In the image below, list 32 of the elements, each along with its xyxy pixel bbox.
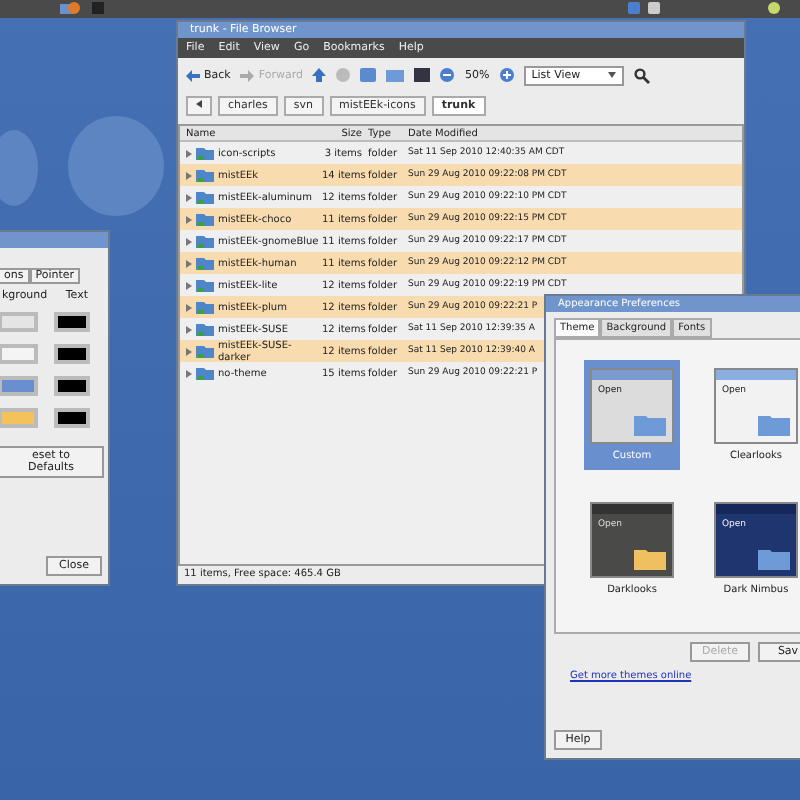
search-icon[interactable] bbox=[634, 67, 651, 83]
color-swatch[interactable] bbox=[0, 312, 38, 332]
color-swatch[interactable] bbox=[54, 344, 90, 364]
expander-icon[interactable] bbox=[186, 259, 192, 267]
color-swatch[interactable] bbox=[54, 312, 90, 332]
expander-icon[interactable] bbox=[186, 171, 192, 179]
back-arrow-icon bbox=[186, 69, 200, 81]
zoom-out-icon[interactable] bbox=[440, 68, 455, 82]
color-swatch[interactable] bbox=[0, 408, 38, 428]
caret-icon bbox=[608, 72, 617, 78]
color-swatch[interactable] bbox=[54, 408, 90, 428]
zoom-in-icon[interactable] bbox=[499, 68, 514, 82]
expander-icon[interactable] bbox=[186, 149, 192, 157]
expander-icon[interactable] bbox=[186, 237, 192, 245]
expander-icon[interactable] bbox=[186, 193, 192, 201]
up-arrow-icon[interactable] bbox=[312, 68, 327, 82]
toggle-button[interactable] bbox=[186, 96, 212, 116]
color-swatch[interactable] bbox=[0, 344, 38, 364]
expander-icon[interactable] bbox=[186, 215, 192, 223]
triangle-icon bbox=[196, 100, 202, 108]
expander-icon[interactable] bbox=[186, 347, 192, 355]
color-swatch[interactable] bbox=[0, 376, 38, 396]
paw-shape bbox=[0, 130, 38, 206]
forward-arrow-icon bbox=[240, 69, 255, 81]
color-swatch[interactable] bbox=[54, 376, 90, 396]
expander-icon[interactable] bbox=[186, 281, 192, 289]
paw-shape bbox=[68, 116, 164, 216]
expander-icon[interactable] bbox=[186, 369, 192, 377]
title-bar bbox=[0, 232, 108, 248]
expander-icon[interactable] bbox=[186, 303, 192, 311]
expander-icon[interactable] bbox=[186, 325, 192, 333]
browser-icon[interactable] bbox=[68, 2, 80, 14]
